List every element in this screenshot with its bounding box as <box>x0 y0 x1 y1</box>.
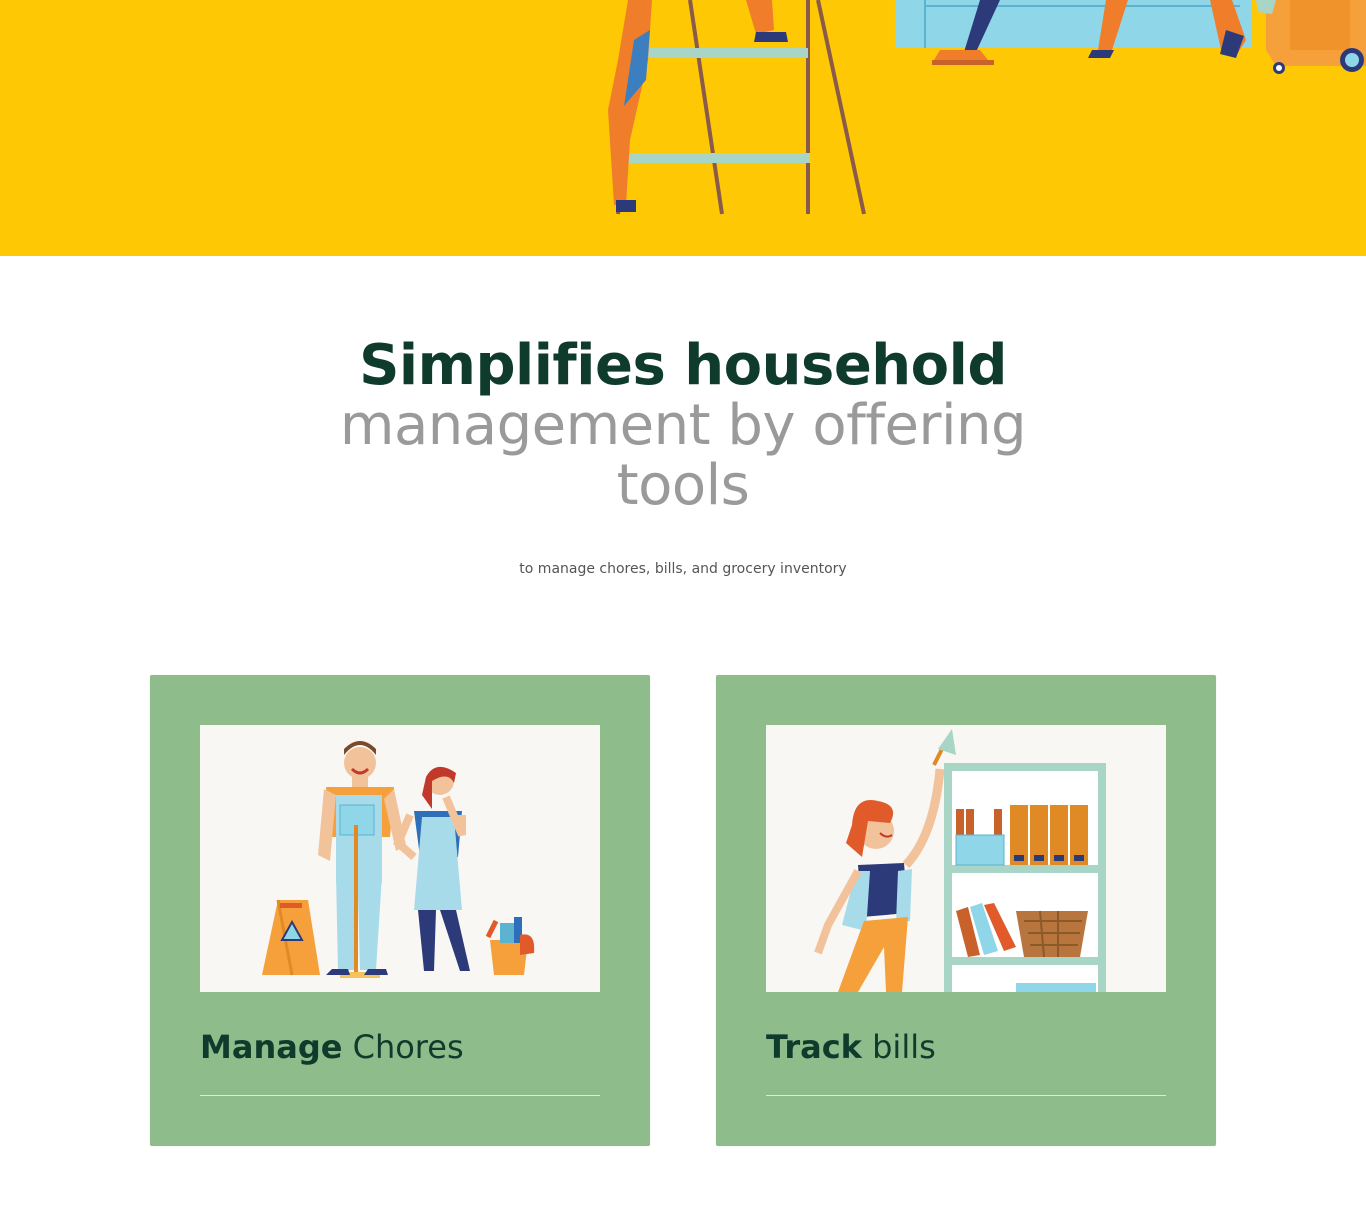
card-title-rest: Chores <box>342 1028 464 1066</box>
headline-strong: Simplifies household <box>359 333 1007 398</box>
card-title-chores: Manage Chores <box>200 1025 464 1069</box>
feature-card-chores[interactable]: Manage Chores <box>150 675 650 1146</box>
chores-illustration <box>200 725 600 992</box>
hero-illustration <box>608 0 1366 215</box>
card-divider <box>766 1095 1166 1096</box>
section-subline: to manage chores, bills, and grocery inv… <box>519 561 847 577</box>
ladder-illustration <box>608 0 866 215</box>
sofa-illustration <box>895 0 1251 65</box>
card-title-bold: Manage <box>200 1028 343 1066</box>
headline-light: management by offering tools <box>339 393 1027 518</box>
feature-card-bills[interactable]: Track bills <box>716 675 1216 1146</box>
vacuum-illustration <box>1256 0 1366 74</box>
section-headline: Simplifies household management by offer… <box>283 336 1083 516</box>
bills-illustration <box>766 725 1166 992</box>
card-title-bold: Track <box>766 1028 862 1066</box>
card-divider <box>200 1095 600 1096</box>
card-title-rest: bills <box>861 1028 936 1066</box>
hero-banner <box>0 0 1366 256</box>
card-title-bills: Track bills <box>766 1025 936 1069</box>
